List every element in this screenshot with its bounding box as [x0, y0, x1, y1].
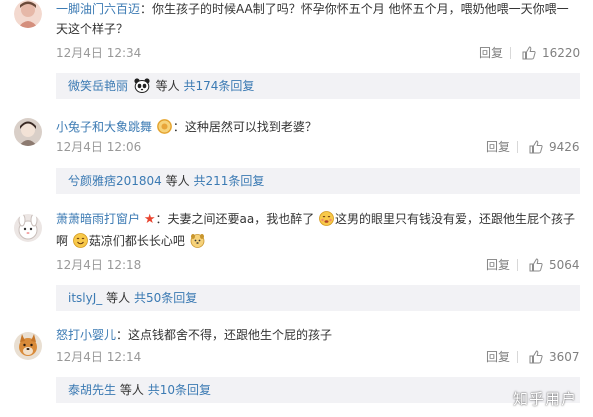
comment-body: ：你生孩子的时候AA制了吗？怀孕你怀五个月 他怀五个月，喂奶他喂一天你喂一: [140, 2, 569, 16]
avatar-image: [14, 0, 42, 28]
star-icon: ★: [143, 212, 156, 227]
reply-username[interactable]: 兮颜雅痞201804: [68, 174, 162, 188]
avatar[interactable]: [14, 0, 42, 28]
reply-summary-middle: 等人: [155, 79, 180, 93]
avatar[interactable]: [14, 332, 42, 360]
comment-text: 一脚油门六百迈：你生孩子的时候AA制了吗？怀孕你怀五个月 他怀五个月，喂奶他喂一…: [56, 0, 569, 18]
more-replies-link[interactable]: 共50条回复: [134, 291, 197, 305]
username-link[interactable]: 萧萧暗雨打窗户: [56, 212, 140, 226]
smile-face-emoji: [72, 233, 88, 248]
comment-body-line2: 啊: [56, 234, 69, 248]
comment-text: 小兔子和大象跳舞 ：这种居然可以找到老婆？: [56, 118, 317, 136]
username-link[interactable]: 一脚油门六百迈: [56, 2, 140, 16]
divider: [517, 351, 518, 363]
more-replies-link[interactable]: 共10条回复: [148, 383, 211, 397]
drunk-face-emoji: [319, 211, 334, 226]
reply-summary-middle: 等人: [119, 383, 144, 397]
reply-summary-middle: 等人: [165, 174, 190, 188]
comment-body-cont: 这男的眼里只有钱没有爱，还跟他生屁个孩子: [335, 212, 576, 226]
badge-icon: [156, 119, 172, 134]
reply-summary[interactable]: 泰胡先生 等人 共10条回复: [56, 377, 580, 403]
comment-item: 怒打小婴儿：这点钱都舍不得，还跟他生个屁的孩子 12月4日 12:14 回复 3…: [0, 320, 593, 417]
like-count: 5064: [549, 258, 580, 272]
avatar-image: [14, 214, 42, 242]
username-link[interactable]: 小兔子和大象跳舞: [56, 120, 152, 134]
reply-button[interactable]: 回复: [486, 349, 510, 365]
panda-emoji: [134, 78, 150, 93]
reply-button[interactable]: 回复: [479, 45, 503, 61]
comment-text: 怒打小婴儿：这点钱都舍不得，还跟他生个屁的孩子: [56, 326, 332, 344]
reply-username[interactable]: 泰胡先生: [68, 383, 116, 397]
reply-summary[interactable]: 兮颜雅痞201804 等人 共211条回复: [56, 168, 580, 194]
watermark: 知乎用户: [512, 390, 577, 408]
like-count: 16220: [542, 46, 581, 60]
like-count: 9426: [549, 140, 580, 154]
comment-text: 萧萧暗雨打窗户 ★：夫妻之间还要aa，我也醉了 这男的眼里只有钱没有爱，还跟他生…: [56, 210, 575, 229]
comment-body: ：这点钱都舍不得，还跟他生个屁的孩子: [116, 328, 333, 342]
avatar[interactable]: [14, 118, 42, 146]
dog-face-emoji: [190, 233, 205, 248]
reply-button[interactable]: 回复: [486, 139, 510, 155]
reply-summary[interactable]: 微笑岳艳丽 等人 共174条回复: [56, 73, 580, 99]
like-count: 3607: [549, 350, 580, 364]
reply-username[interactable]: 微笑岳艳丽: [68, 79, 128, 93]
comment-text-line2: 啊 菇凉们都长长心吧: [56, 232, 206, 250]
avatar-image: [14, 332, 42, 360]
more-replies-link[interactable]: 共174条回复: [184, 79, 255, 93]
avatar[interactable]: [14, 214, 42, 242]
comment-timestamp: 12月4日 12:06: [56, 140, 142, 154]
comment-item: 小兔子和大象跳舞 ：这种居然可以找到老婆？ 12月4日 12:06 回复 942…: [0, 110, 593, 200]
avatar-image: [14, 118, 42, 146]
divider: [510, 47, 511, 59]
divider: [517, 141, 518, 153]
reply-summary-middle: 等人: [106, 291, 131, 305]
comment-item: 一脚油门六百迈：你生孩子的时候AA制了吗？怀孕你怀五个月 他怀五个月，喂奶他喂一…: [0, 0, 593, 104]
comment-timestamp: 12月4日 12:14: [56, 350, 142, 364]
thumbs-up-icon[interactable]: [529, 350, 543, 364]
divider: [517, 259, 518, 271]
comment-body: ：夫妻之间还要aa，我也醉了: [155, 212, 315, 226]
comment-item: 萧萧暗雨打窗户 ★：夫妻之间还要aa，我也醉了 这男的眼里只有钱没有爱，还跟他生…: [0, 202, 593, 312]
thumbs-up-icon[interactable]: [529, 140, 543, 154]
reply-summary[interactable]: itslyJ_ 等人 共50条回复: [56, 285, 580, 311]
comment-body: ：这种居然可以找到老婆？: [172, 120, 317, 134]
reply-button[interactable]: 回复: [486, 257, 510, 273]
comment-timestamp: 12月4日 12:18: [56, 258, 142, 272]
comment-timestamp: 12月4日 12:34: [56, 46, 142, 60]
more-replies-link[interactable]: 共211条回复: [193, 174, 264, 188]
thumbs-up-icon[interactable]: [522, 46, 536, 60]
thumbs-up-icon[interactable]: [529, 258, 543, 272]
username-link[interactable]: 怒打小婴儿: [56, 328, 116, 342]
comment-body-line2-cont: 菇凉们都长长心吧: [88, 234, 185, 248]
comment-text-line2: 天这个样子？: [56, 22, 129, 36]
reply-username[interactable]: itslyJ_: [68, 291, 102, 305]
